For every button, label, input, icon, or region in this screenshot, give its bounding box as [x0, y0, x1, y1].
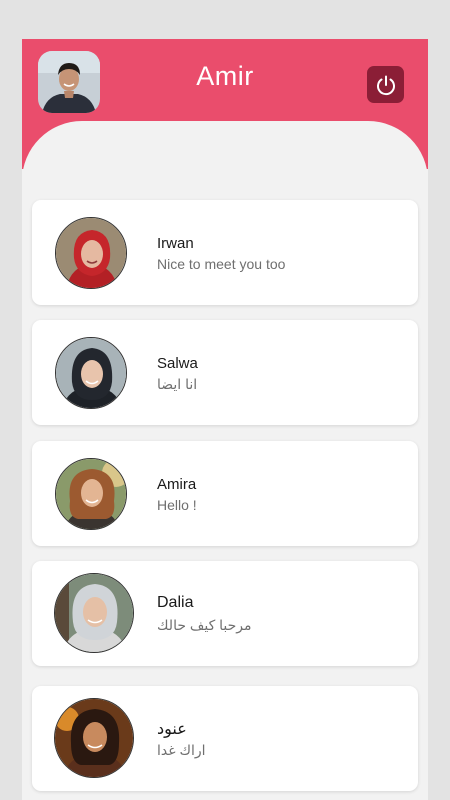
last-message: انا ايضا	[157, 376, 198, 392]
contact-avatar	[54, 573, 134, 653]
app-screen: Amir Irwan Nice to meet you too Salwa ان…	[22, 39, 428, 800]
contact-avatar	[54, 698, 134, 778]
chat-list-item[interactable]: Salwa انا ايضا	[32, 320, 418, 425]
contact-name: Salwa	[157, 355, 198, 372]
contact-name: Dalia	[157, 594, 194, 611]
chat-list-item[interactable]: Dalia مرحبا كيف حالك	[32, 561, 418, 666]
last-message: Nice to meet you too	[157, 256, 286, 272]
chat-list-item[interactable]: عنود اراك غدا	[32, 686, 418, 791]
contact-name: Irwan	[157, 235, 194, 252]
contact-avatar	[55, 458, 127, 530]
contact-avatar	[55, 217, 127, 289]
contact-avatar	[55, 337, 127, 409]
last-message: اراك غدا	[157, 742, 206, 758]
contact-name: عنود	[157, 721, 187, 738]
contact-name: Amira	[157, 476, 197, 493]
last-message: Hello !	[157, 497, 197, 513]
last-message: مرحبا كيف حالك	[157, 617, 252, 633]
logout-button[interactable]	[367, 66, 404, 103]
power-icon	[375, 74, 397, 96]
chat-list-item[interactable]: Irwan Nice to meet you too	[32, 200, 418, 305]
chat-list-item[interactable]: Amira Hello !	[32, 441, 418, 546]
